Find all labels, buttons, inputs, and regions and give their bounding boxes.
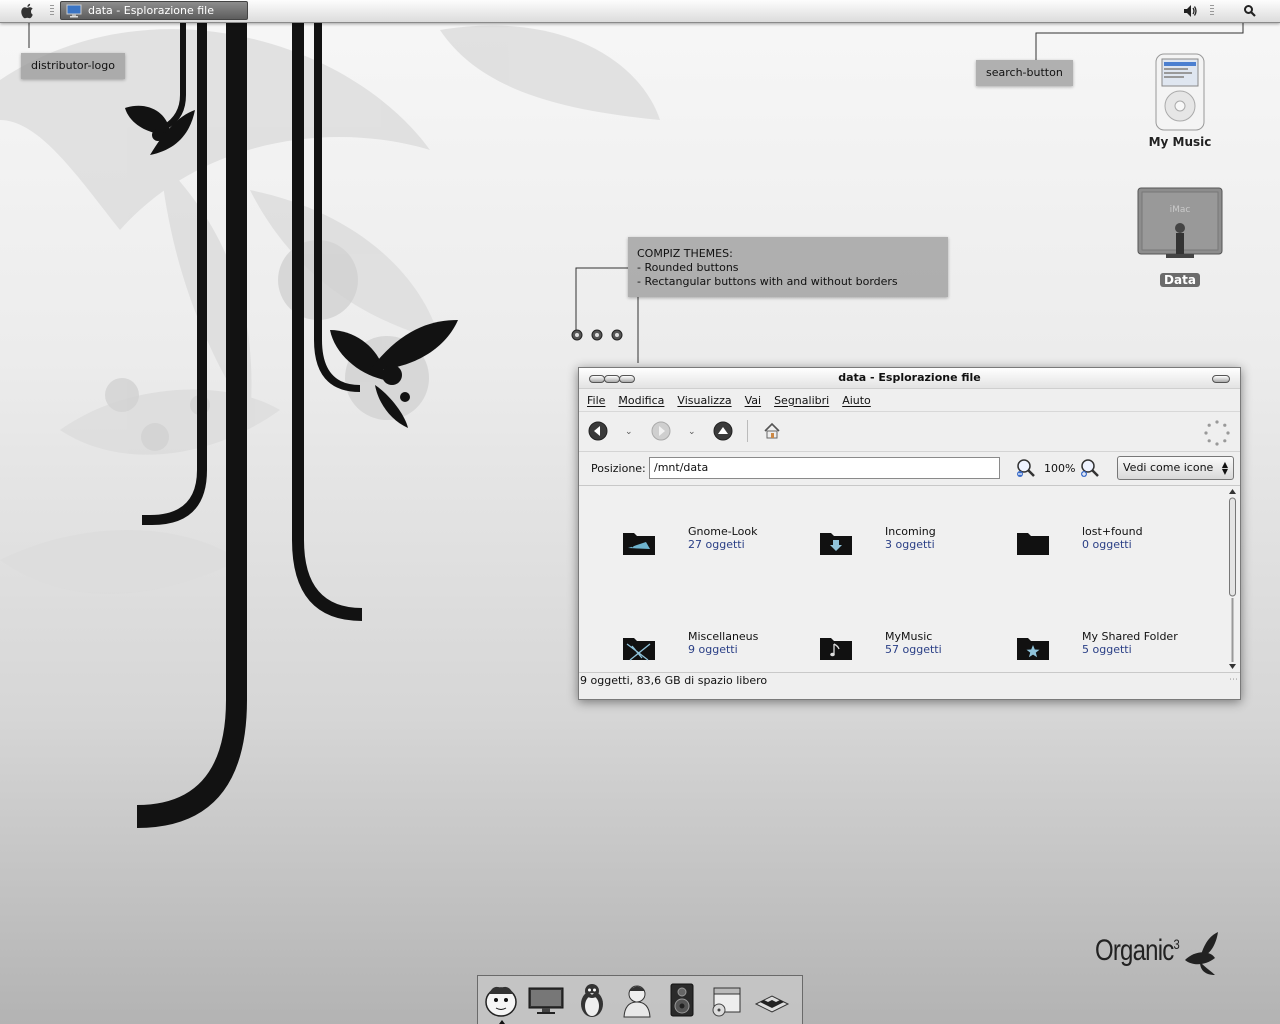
- zoom-level: 100%: [1044, 462, 1076, 475]
- top-panel: data - Esplorazione file: [0, 0, 1280, 23]
- forward-icon[interactable]: [651, 421, 671, 441]
- volume-icon[interactable]: [1182, 3, 1198, 19]
- misc-folder-icon: [623, 638, 655, 661]
- item-count: 5 oggetti: [1082, 643, 1132, 656]
- panel-separator: [50, 5, 54, 17]
- wallpaper-brand-name: Organic: [1095, 934, 1174, 967]
- forward-history-chevron-icon[interactable]: ⌄: [688, 427, 696, 437]
- desktop-icon-data[interactable]: iMac Data: [1136, 186, 1224, 287]
- search-icon[interactable]: [1242, 3, 1258, 19]
- select-arrows-icon: ▲ ▼: [1221, 460, 1228, 476]
- callout-label: search-button: [986, 66, 1063, 79]
- gnome-folder-icon: [623, 533, 655, 555]
- computer-icon: [66, 4, 82, 17]
- item-count: 0 oggetti: [1082, 538, 1132, 551]
- home-icon[interactable]: [762, 421, 782, 441]
- vertical-scrollbar[interactable]: [1227, 488, 1238, 670]
- search-button-callout: search-button: [976, 60, 1073, 86]
- window-title: data - Esplorazione file: [838, 371, 981, 384]
- wallpaper-brand-superscript: 3: [1173, 936, 1179, 952]
- menu-vai[interactable]: Vai: [745, 394, 761, 407]
- folder-icon: [1017, 533, 1049, 555]
- monitor-icon[interactable]: [528, 982, 564, 1018]
- desktop-icon-my-music[interactable]: My Music: [1140, 52, 1220, 149]
- download-folder-icon: [820, 533, 852, 555]
- person-icon[interactable]: [619, 982, 655, 1018]
- callout-label: distributor-logo: [31, 59, 115, 72]
- window-shade-button[interactable]: [1212, 375, 1230, 383]
- file-item[interactable]: Gnome-Look 27 oggetti: [622, 525, 812, 565]
- taskbar-window-title: data - Esplorazione file: [88, 4, 215, 17]
- item-count: 57 oggetti: [885, 643, 942, 656]
- up-icon[interactable]: [713, 421, 733, 441]
- back-icon[interactable]: [588, 421, 608, 441]
- toolbar: ⌄ ⌄: [579, 412, 1240, 452]
- zoom-out-icon[interactable]: [1015, 457, 1037, 479]
- item-name: My Shared Folder: [1082, 630, 1178, 643]
- location-input[interactable]: /mnt/data: [649, 457, 1000, 479]
- menu-file[interactable]: File: [587, 394, 605, 407]
- menu-visualizza[interactable]: Visualizza: [677, 394, 731, 407]
- desktop-icon-label: Data: [1160, 273, 1200, 287]
- item-name: Miscellaneus: [688, 630, 759, 643]
- imac-brand-label: iMac: [1170, 205, 1191, 215]
- menubar: File Modifica Visualizza Vai Segnalibri …: [579, 389, 1240, 412]
- distributor-logo-icon[interactable]: [20, 3, 36, 19]
- view-mode-select[interactable]: Vedi come icone ▲ ▼: [1117, 456, 1234, 480]
- view-mode-value: Vedi come icone: [1123, 461, 1214, 474]
- file-item[interactable]: MyMusic 57 oggetti: [819, 630, 1009, 670]
- throbber-icon: [1204, 420, 1230, 446]
- penguin-icon[interactable]: [574, 982, 610, 1018]
- back-history-chevron-icon[interactable]: ⌄: [625, 427, 633, 437]
- callout-title: COMPIZ THEMES:: [637, 247, 733, 260]
- music-folder-icon: [820, 638, 852, 660]
- taskbar-window-button[interactable]: data - Esplorazione file: [60, 1, 248, 20]
- item-count: 27 oggetti: [688, 538, 745, 551]
- running-indicator: [499, 1020, 505, 1024]
- menu-segnalibri[interactable]: Segnalibri: [774, 394, 829, 407]
- chess-icon[interactable]: [754, 982, 790, 1018]
- install-icon[interactable]: [709, 982, 745, 1018]
- location-label: Posizione:: [591, 462, 646, 475]
- toolbar-separator: [747, 420, 748, 442]
- resize-grip-icon[interactable]: ⋯: [1229, 673, 1238, 688]
- status-bar: 9 oggetti, 83,6 GB di spazio libero ⋯: [579, 672, 1240, 689]
- item-name: Gnome-Look: [688, 525, 758, 538]
- shared-folder-icon: [1017, 638, 1049, 660]
- file-item[interactable]: Miscellaneus 9 oggetti: [622, 630, 812, 670]
- ipod-icon: [1155, 53, 1205, 131]
- file-item[interactable]: My Shared Folder 5 oggetti: [1016, 630, 1206, 670]
- callout-line: - Rounded buttons: [637, 261, 739, 274]
- item-count: 9 oggetti: [688, 643, 738, 656]
- distributor-logo-callout: distributor-logo: [21, 53, 125, 79]
- window-titlebar[interactable]: data - Esplorazione file: [579, 368, 1240, 389]
- item-name: MyMusic: [885, 630, 933, 643]
- file-item[interactable]: lost+found 0 oggetti: [1016, 525, 1206, 565]
- panel-separator: [1210, 5, 1214, 17]
- wallpaper-brand: Organic3: [1095, 934, 1180, 968]
- menu-aiuto[interactable]: Aiuto: [842, 394, 871, 407]
- dock: [477, 975, 803, 1024]
- file-item[interactable]: Incoming 3 oggetti: [819, 525, 1009, 565]
- file-manager-window: data - Esplorazione file File Modifica V…: [578, 367, 1241, 700]
- file-view: Gnome-Look 27 oggetti Incoming 3 oggetti…: [579, 486, 1240, 672]
- menu-modifica[interactable]: Modifica: [618, 394, 664, 407]
- desktop-icon-label: My Music: [1148, 135, 1212, 149]
- item-name: Incoming: [885, 525, 936, 538]
- speaker-icon[interactable]: [664, 982, 700, 1018]
- location-bar: Posizione: /mnt/data 100% Vedi come icon…: [579, 452, 1240, 486]
- imac-icon: iMac: [1137, 187, 1223, 258]
- compiz-themes-callout: COMPIZ THEMES: - Rounded buttons - Recta…: [628, 237, 948, 297]
- item-name: lost+found: [1082, 525, 1143, 538]
- item-count: 3 oggetti: [885, 538, 935, 551]
- status-text: 9 oggetti, 83,6 GB di spazio libero: [580, 674, 768, 687]
- face-icon[interactable]: [483, 982, 519, 1018]
- zoom-in-icon[interactable]: [1079, 457, 1101, 479]
- callout-line: - Rectangular buttons with and without b…: [637, 275, 898, 288]
